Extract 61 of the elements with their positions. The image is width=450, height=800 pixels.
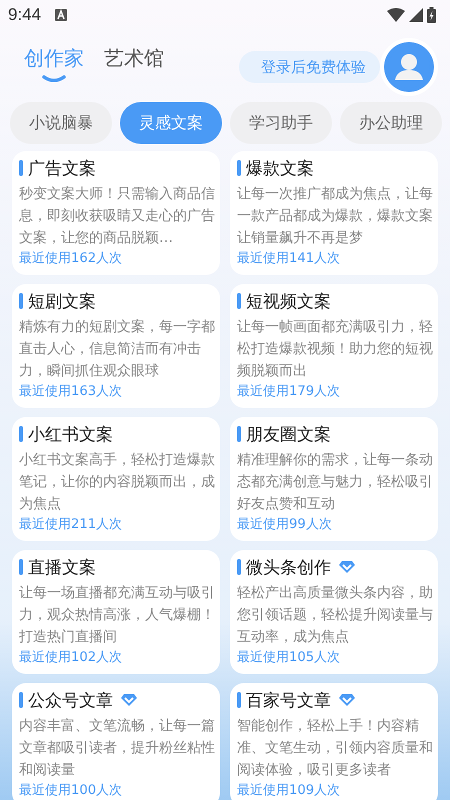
tab[interactable]: 艺术馆 [104, 45, 164, 89]
usage-count: 最近使用102人次 [19, 649, 124, 667]
template-card[interactable]: 短剧文案 精炼有力的短剧文案，每一字都直击人心，信息简洁而有冲击力，瞬间抓住观众眼球 最近使用163人次 [12, 284, 220, 408]
category-chip[interactable]: 小说脑暴 [10, 102, 112, 144]
template-card[interactable]: 小红书文案 小红书文案高手，轻松打造爆款笔记，让你的内容脱颖而出，成为焦点 最近使用211人次 [12, 417, 220, 541]
template-card[interactable]: 公众号文章 内容丰富、文笔流畅，让每一篇文章都吸引读者，提升粉丝粘性和阅读量 最近使用100人次 [12, 683, 220, 800]
card-title: 广告文案 [28, 158, 96, 180]
accent-bar [237, 293, 241, 309]
card-title: 直播文案 [28, 556, 96, 578]
status-time: 9:44 [8, 5, 42, 25]
card-description: 精炼有力的短剧文案，每一字都直击人心，信息简洁而有冲击力，瞬间抓住观众眼球 [19, 318, 215, 381]
card-title: 朋友圈文案 [246, 424, 331, 446]
card-title: 公众号文章 [28, 690, 113, 712]
category-chip[interactable]: 办公助理 [340, 102, 442, 144]
usage-count: 最近使用99人次 [237, 516, 333, 534]
usage-count: 最近使用100人次 [19, 782, 124, 800]
wifi-icon [387, 8, 405, 22]
card-title: 百家号文章 [246, 690, 331, 712]
usage-count: 最近使用179人次 [237, 383, 342, 401]
usage-count: 最近使用105人次 [237, 649, 342, 667]
signal-icon [409, 8, 423, 22]
card-description: 小红书文案高手，轻松打造爆款笔记，让你的内容脱颖而出，成为焦点 [19, 451, 215, 514]
card-title: 爆款文案 [246, 158, 314, 180]
usage-count: 最近使用211人次 [19, 516, 124, 534]
accent-bar [19, 692, 23, 708]
card-title: 微头条创作 [246, 556, 331, 578]
card-title: 小红书文案 [28, 424, 113, 446]
card-title: 短剧文案 [28, 290, 96, 312]
card-description: 精准理解你的需求，让每一条动态都充满创意与魅力，轻松吸引好友点赞和互动 [237, 451, 433, 514]
usage-count: 最近使用141人次 [237, 250, 342, 268]
card-title: 短视频文案 [246, 290, 331, 312]
accent-bar [237, 426, 241, 442]
avatar-icon[interactable] [380, 38, 438, 96]
accent-bar [19, 426, 23, 442]
accent-bar [237, 160, 241, 176]
template-card[interactable]: 微头条创作 轻松产出高质量微头条内容，助您引领话题，轻松提升阅读量与互动率，成为焦点 最近使用105人次 [230, 550, 438, 674]
card-description: 轻松产出高质量微头条内容，助您引领话题，轻松提升阅读量与互动率，成为焦点 [237, 584, 433, 647]
category-chip[interactable]: 学习助手 [230, 102, 332, 144]
usage-count: 最近使用163人次 [19, 383, 124, 401]
accent-bar [237, 559, 241, 575]
accent-bar [19, 559, 23, 575]
card-description: 智能创作，轻松上手！内容精准、文笔生动，引领内容质量和阅读体验，吸引更多读者 [237, 717, 433, 780]
template-card[interactable]: 百家号文章 智能创作，轻松上手！内容精准、文笔生动，引领内容质量和阅读体验，吸引更多读者 最近使用109人次 [230, 683, 438, 800]
template-card[interactable]: 短视频文案 让每一帧画面都充满吸引力，轻松打造爆款视频！助力您的短视频脱颖而出 最近使用179人次 [230, 284, 438, 408]
battery-icon [427, 7, 436, 23]
template-card[interactable]: 广告文案 秒变文案大师！只需输入商品信息，即刻收获吸睛又走心的广告文案，让您的商品脱颖… 最近使用162人次 [12, 151, 220, 275]
tab-indicator-icon [42, 75, 66, 82]
template-card[interactable]: 朋友圈文案 精准理解你的需求，让每一条动态都充满创意与魅力，轻松吸引好友点赞和互动 最近使用99人次 [230, 417, 438, 541]
card-description: 秒变文案大师！只需输入商品信息，即刻收获吸睛又走心的广告文案，让您的商品脱颖… [19, 185, 215, 248]
notification-icon [55, 9, 68, 21]
card-description: 让每一次推广都成为焦点，让每一款产品都成为爆款，爆款文案让销量飙升不再是梦 [237, 185, 433, 248]
usage-count: 最近使用109人次 [237, 782, 342, 800]
usage-count: 最近使用162人次 [19, 250, 124, 268]
accent-bar [19, 293, 23, 309]
card-description: 让每一帧画面都充满吸引力，轻松打造爆款视频！助力您的短视频脱颖而出 [237, 318, 433, 381]
card-description: 内容丰富、文笔流畅，让每一篇文章都吸引读者，提升粉丝粘性和阅读量 [19, 717, 215, 780]
card-description: 让每一场直播都充满互动与吸引力，观众热情高涨，人气爆棚！打造热门直播间 [19, 584, 215, 647]
accent-bar [19, 160, 23, 176]
template-card[interactable]: 直播文案 让每一场直播都充满互动与吸引力，观众热情高涨，人气爆棚！打造热门直播间 最近使用102人次 [12, 550, 220, 674]
accent-bar [237, 692, 241, 708]
template-card[interactable]: 爆款文案 让每一次推广都成为焦点，让每一款产品都成为爆款，爆款文案让销量飙升不再是梦 最近使用141人次 [230, 151, 438, 275]
